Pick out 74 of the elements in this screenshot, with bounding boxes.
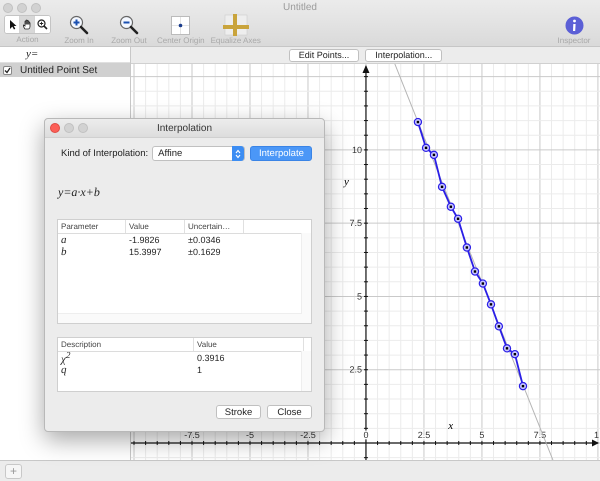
table-cell-text: ±0.1629	[187, 247, 222, 257]
pointer-tool-button[interactable]	[5, 16, 20, 33]
table-cell-text: ±0.0346	[187, 235, 222, 245]
tick-label: 5	[479, 430, 484, 440]
tick-label: -5	[246, 430, 254, 440]
cut-off-label: 1	[594, 430, 599, 440]
tick-label: 5	[356, 291, 362, 302]
data-point	[422, 144, 430, 152]
zoom-out-icon	[119, 15, 139, 35]
data-point	[454, 214, 462, 223]
updown-icon	[235, 148, 241, 158]
dialog-button[interactable]: Stroke	[216, 405, 261, 419]
zoom-tool-button[interactable]	[35, 16, 50, 33]
table-cell-text: b	[60, 246, 68, 258]
data-point	[430, 150, 438, 160]
data-point	[478, 279, 488, 288]
data-point	[462, 243, 472, 252]
window-title: Untitled	[283, 2, 317, 13]
formula: y=a·x+b	[58, 185, 101, 201]
tick-label: 7.5	[349, 218, 362, 228]
minimize-button[interactable]	[64, 123, 74, 133]
scrollbar[interactable]	[301, 233, 311, 323]
tick-label: -2.5	[300, 430, 316, 440]
column-header: Value	[126, 220, 185, 233]
field-label: Kind of Interpolation:	[61, 148, 148, 159]
data-point	[470, 267, 480, 276]
table-cell-text: 0.3916	[196, 353, 226, 363]
scrollbar[interactable]	[301, 351, 311, 391]
equalize-axes-icon	[222, 14, 250, 36]
table-cell-text: -1.9826	[128, 235, 161, 245]
axis-title: y	[344, 176, 349, 188]
data-point	[414, 118, 422, 126]
checkbox[interactable]	[3, 66, 12, 74]
data-point	[518, 382, 528, 390]
data-point	[502, 344, 512, 353]
tick-label: -7.5	[184, 430, 200, 440]
column-header: Description	[58, 338, 194, 351]
zoom-in-icon	[69, 15, 89, 35]
zoom-button[interactable]	[78, 123, 88, 133]
zoom-icon	[37, 19, 48, 30]
hand-icon	[22, 19, 32, 30]
table-cell-text: 15.3997	[128, 247, 163, 257]
checkmark-icon	[4, 66, 11, 74]
table-cell-text: a	[60, 234, 68, 246]
kind-dropdown[interactable]: Affine	[152, 146, 245, 161]
center-origin-icon	[171, 16, 190, 34]
table-cell-text: q	[61, 364, 68, 376]
close-button[interactable]	[50, 123, 60, 133]
inspector-icon	[564, 16, 584, 34]
data-point	[486, 300, 496, 309]
tick-label: 2.5	[349, 364, 362, 375]
close-button[interactable]	[3, 3, 13, 13]
column-header: Uncertain…	[185, 220, 244, 233]
minimize-button[interactable]	[17, 3, 27, 13]
data-point	[494, 322, 504, 331]
hand-tool-button[interactable]	[20, 16, 35, 33]
column-header: Parameter	[58, 220, 126, 233]
table-cell-text: 1	[196, 365, 204, 375]
item-label: Untitled Point Set	[20, 64, 98, 76]
toolbar-button[interactable]: Interpolation...	[365, 48, 442, 62]
dialog-button[interactable]: Close	[267, 405, 312, 419]
tick-label: 10	[352, 144, 362, 155]
tick-label: 2.5	[418, 430, 430, 440]
data-point	[510, 350, 520, 358]
data-point	[438, 182, 446, 192]
pointer-icon	[8, 19, 16, 30]
sidebar-item[interactable]: Untitled Point Set	[0, 63, 130, 77]
data-point	[446, 202, 456, 211]
axis-title: x	[448, 420, 454, 432]
toolbar-button[interactable]: Edit Points...	[288, 48, 360, 62]
zoom-button[interactable]	[31, 3, 41, 13]
table-cell-text: χ$^{2}$	[59, 350, 72, 366]
dialog-title: Interpolation	[156, 122, 212, 134]
scrollbar[interactable]	[58, 313, 302, 323]
